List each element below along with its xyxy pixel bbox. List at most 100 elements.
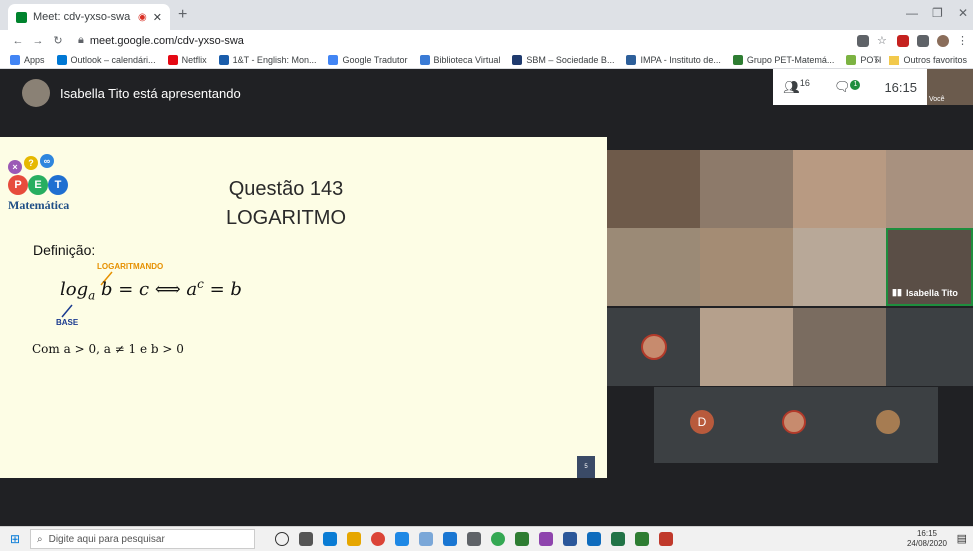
participant-row-bottom: D xyxy=(654,387,938,463)
translate-icon xyxy=(328,54,339,65)
app-icon[interactable] xyxy=(515,532,529,546)
tab-title: Meet: cdv-yxso-swa xyxy=(33,11,131,23)
taskbar-search[interactable]: ⌕ Digite aqui para pesquisar xyxy=(30,529,255,549)
url-text: meet.google.com/cdv-yxso-swa xyxy=(89,34,244,47)
participant-tile[interactable] xyxy=(793,150,886,228)
participant-tile[interactable] xyxy=(607,308,700,386)
notification-icon[interactable]: ▤ xyxy=(957,532,967,545)
participant-tile[interactable] xyxy=(886,150,973,228)
apps-icon xyxy=(10,54,20,65)
slide-title-line2: LOGARITMO xyxy=(225,207,346,229)
bookmark-item[interactable]: Grupo PET-Matemá... xyxy=(732,54,834,65)
bookmarks-bar: Apps Outlook – calendári... Netflix 1&T … xyxy=(0,51,973,69)
star-icon[interactable]: ☆ xyxy=(877,35,889,47)
bookmark-item[interactable]: Biblioteca Virtual xyxy=(419,54,500,65)
participant-avatar xyxy=(641,334,667,360)
chrome-icon[interactable] xyxy=(371,532,385,546)
lock-icon: 🔒︎ xyxy=(78,34,84,46)
logo-letter-e: E xyxy=(28,175,48,195)
bookmark-item[interactable]: SBM – Sociedade B... xyxy=(512,54,614,65)
participant-tile[interactable] xyxy=(607,228,700,306)
participant-tile[interactable] xyxy=(793,308,886,386)
close-window-icon[interactable]: ✕ xyxy=(958,6,968,20)
extension-icon[interactable] xyxy=(897,34,909,47)
participant-tile[interactable] xyxy=(607,150,700,228)
participant-avatar[interactable] xyxy=(876,410,900,434)
back-icon[interactable]: ← xyxy=(10,35,26,47)
app-icon[interactable] xyxy=(659,532,673,546)
logaritmando-label: LOGARITMANDO xyxy=(97,262,164,271)
task-view-icon[interactable] xyxy=(299,532,313,546)
pet-logo: × ? ∞ P E T Matemática xyxy=(8,154,76,214)
participants-button[interactable]: 👥︎16 xyxy=(783,78,810,95)
chat-button[interactable]: 🗨︎ 1 xyxy=(834,79,861,95)
bookmark-item[interactable]: Apps xyxy=(10,54,45,65)
participant-tile[interactable] xyxy=(700,228,793,306)
participant-tile[interactable] xyxy=(700,308,793,386)
mail-icon[interactable] xyxy=(587,532,601,546)
close-tab-icon[interactable]: ✕ xyxy=(153,11,162,24)
meet-clock: 16:15 xyxy=(884,79,917,95)
presenter-banner: Isabella Tito está apresentando xyxy=(22,79,241,107)
bookmark-item[interactable]: Netflix xyxy=(167,54,207,65)
other-bookmarks[interactable]: Outros favoritos xyxy=(903,55,967,65)
participant-initial[interactable]: D xyxy=(690,410,714,434)
participant-avatar[interactable] xyxy=(782,410,806,434)
logo-circle-yellow: ? xyxy=(24,156,38,170)
puzzle-icon[interactable] xyxy=(917,34,929,47)
folder-icon xyxy=(889,55,900,65)
search-placeholder: Digite aqui para pesquisar xyxy=(48,533,165,545)
minimize-icon[interactable]: — xyxy=(906,6,918,20)
browser-tab[interactable]: Meet: cdv-yxso-swa ◉ ✕ xyxy=(8,4,170,30)
presented-slide: × ? ∞ P E T Matemática Questão 143 LOGAR… xyxy=(0,137,607,478)
taskbar-apps xyxy=(275,532,673,546)
word-icon[interactable] xyxy=(563,532,577,546)
participant-grid: ▮▮ Isabella Tito xyxy=(607,150,973,386)
app-icon[interactable] xyxy=(467,532,481,546)
windows-start-icon[interactable]: ⊞ xyxy=(0,532,30,546)
meet-status-pill: 👥︎16 🗨︎ 1 16:15 xyxy=(773,69,927,105)
maximize-icon[interactable]: ❐ xyxy=(932,6,943,20)
participant-tile-isabella[interactable]: ▮▮ Isabella Tito xyxy=(886,228,973,306)
excel-icon[interactable] xyxy=(611,532,625,546)
formula-rest: b = c ⟺ a xyxy=(95,279,198,300)
whatsapp-icon[interactable] xyxy=(491,532,505,546)
self-view-tile[interactable]: Você xyxy=(927,69,973,105)
app-icon[interactable] xyxy=(539,532,553,546)
log-formula: loga b = c ⟺ ac = b xyxy=(60,277,242,303)
formula-log: log xyxy=(60,279,89,300)
participant-tile[interactable] xyxy=(886,308,973,386)
app-icon[interactable] xyxy=(443,532,457,546)
profile-avatar[interactable] xyxy=(937,34,949,47)
menu-icon[interactable]: ⋮ xyxy=(957,35,968,47)
system-clock[interactable]: 16:15 24/08/2020 xyxy=(907,529,947,549)
participant-tile[interactable] xyxy=(700,150,793,228)
forward-icon[interactable]: → xyxy=(30,35,46,47)
meet-window: Isabella Tito está apresentando 👥︎16 🗨︎ 1… xyxy=(0,69,973,526)
app-icon[interactable] xyxy=(419,532,433,546)
bookmark-item[interactable]: 1&T - English: Mon... xyxy=(218,54,316,65)
impa-icon xyxy=(626,54,637,65)
participant-tile[interactable] xyxy=(793,228,886,306)
url-field[interactable]: 🔒︎ meet.google.com/cdv-yxso-swa xyxy=(78,32,849,49)
self-label: Você xyxy=(929,96,945,103)
base-arrow xyxy=(61,304,73,318)
definition-label: Definição: xyxy=(33,242,96,258)
recording-icon: ◉ xyxy=(138,11,147,23)
reload-icon[interactable]: ↻ xyxy=(50,34,66,47)
sbm-icon xyxy=(512,54,523,65)
condition-text: Com a > 0, a ≠ 1 e b > 0 xyxy=(32,342,184,356)
bookmarks-overflow[interactable]: » xyxy=(874,55,879,65)
skype-icon[interactable] xyxy=(395,532,409,546)
bookmark-site-icon xyxy=(218,54,229,65)
bookmark-item[interactable]: Outlook – calendári... xyxy=(56,54,156,65)
bookmark-item[interactable]: IMPA - Instituto de... xyxy=(626,54,721,65)
base-label: BASE xyxy=(56,318,79,327)
camera-icon[interactable] xyxy=(857,34,869,47)
cortana-icon[interactable] xyxy=(275,532,289,546)
app-icon[interactable] xyxy=(635,532,649,546)
new-tab-button[interactable]: + xyxy=(178,6,187,24)
file-explorer-icon[interactable] xyxy=(347,532,361,546)
edge-icon[interactable] xyxy=(323,532,337,546)
bookmark-item[interactable]: Google Tradutor xyxy=(328,54,408,65)
